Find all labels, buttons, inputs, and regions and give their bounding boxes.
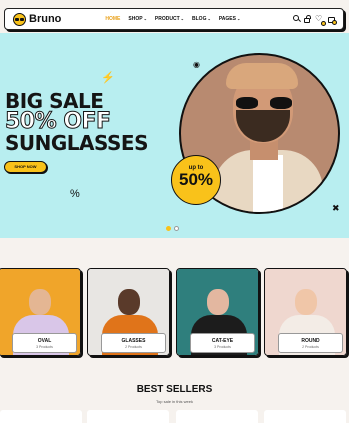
nav-item-shop[interactable]: SHOP⌄ <box>128 16 147 22</box>
logo[interactable]: Bruno <box>13 12 62 26</box>
slider-dots <box>166 226 179 231</box>
model-shirt <box>253 155 283 212</box>
nav-item-home[interactable]: HOME <box>105 16 120 22</box>
chevron-down-icon: ⌄ <box>143 16 147 21</box>
brand-name: Bruno <box>29 13 62 25</box>
promo-value: 50% <box>178 170 214 189</box>
category-count: 2 Products <box>125 345 142 349</box>
slider-dot-2[interactable] <box>174 226 179 231</box>
chevron-down-icon: ⌄ <box>236 16 241 21</box>
cart-badge <box>332 20 337 25</box>
percent-icon: % <box>70 188 80 200</box>
cart-icon[interactable] <box>328 17 337 25</box>
category-figure <box>29 289 51 315</box>
sunglasses-icon <box>236 97 292 109</box>
product-card[interactable] <box>87 410 169 423</box>
category-count: 3 Products <box>36 345 53 349</box>
sparkle-icon: ✖ <box>332 203 340 213</box>
category-card-oval[interactable]: OVAL 3 Products <box>0 268 81 356</box>
category-figure <box>295 289 317 315</box>
search-icon[interactable] <box>293 15 299 21</box>
wishlist-badge <box>321 21 326 26</box>
logo-icon <box>13 12 26 26</box>
nav-item-blog[interactable]: BLOG⌄ <box>192 16 211 22</box>
lock-icon[interactable] <box>304 15 311 23</box>
category-card-round[interactable]: ROUND 2 Products <box>264 268 347 356</box>
category-count: 2 Products <box>302 345 319 349</box>
category-label: GLASSES 2 Products <box>101 333 166 353</box>
hero-banner: BIG SALE 50% OFF SUNGLASSES SHOP NOW ⚡ ◉… <box>0 33 349 238</box>
product-card[interactable] <box>0 410 82 423</box>
best-sellers-title: BEST SELLERS <box>136 384 213 395</box>
circle-decor-icon: ◉ <box>193 60 200 69</box>
category-card-glasses[interactable]: GLASSES 2 Products <box>87 268 170 356</box>
lightning-icon: ⚡ <box>101 72 115 84</box>
nav-item-product[interactable]: PRODUCT⌄ <box>155 16 184 22</box>
hero-title-line3: SUNGLASSES <box>5 131 149 155</box>
promo-badge: up to 50% <box>171 155 221 205</box>
header-icons: ♡ <box>293 15 337 26</box>
category-label: CAT-EYE 3 Products <box>190 333 255 353</box>
category-list: OVAL 3 Products GLASSES 2 Products CAT-E… <box>0 268 349 356</box>
slider-dot-1[interactable] <box>166 226 171 231</box>
best-sellers-subtitle: Top sale in this week <box>156 399 193 404</box>
category-label: ROUND 2 Products <box>278 333 343 353</box>
category-label: OVAL 3 Products <box>12 333 77 353</box>
heart-icon[interactable]: ♡ <box>315 15 326 26</box>
product-card[interactable] <box>176 410 258 423</box>
category-name: CAT-EYE <box>211 338 234 344</box>
category-name: OVAL <box>37 338 52 344</box>
category-figure <box>207 289 229 315</box>
shop-now-button[interactable]: SHOP NOW <box>4 161 47 173</box>
product-card[interactable] <box>264 410 346 423</box>
chevron-down-icon: ⌄ <box>207 16 211 21</box>
nav-item-pages[interactable]: PAGES⌄ <box>219 16 241 22</box>
category-name: ROUND <box>301 338 320 344</box>
model-cap <box>226 63 298 89</box>
chevron-down-icon: ⌄ <box>180 16 185 21</box>
category-count: 3 Products <box>214 345 231 349</box>
main-nav: HOME SHOP⌄ PRODUCT⌄ BLOG⌄ PAGES⌄ <box>105 16 240 22</box>
site-header: Bruno HOME SHOP⌄ PRODUCT⌄ BLOG⌄ PAGES⌄ ♡ <box>4 8 344 30</box>
category-card-cat-eye[interactable]: CAT-EYE 3 Products <box>176 268 259 356</box>
category-figure <box>118 289 140 315</box>
category-name: GLASSES <box>121 338 146 344</box>
